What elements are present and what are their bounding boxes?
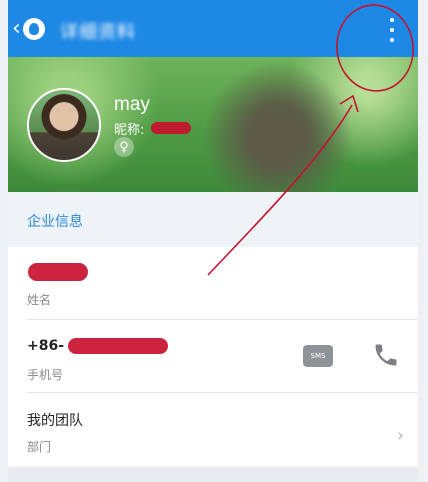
back-chevron-icon: ‹ [12,16,21,41]
nickname-label: 昵称: [114,123,145,138]
profile-header: may 昵称: ♀ [8,57,418,192]
phone-icon[interactable] [372,341,400,369]
sms-icon[interactable]: SMS [303,345,333,367]
nickname: 昵称: [114,119,144,138]
avatar[interactable] [27,88,101,162]
bottom-area [8,467,418,482]
phone-value: +86- [27,338,65,354]
screen: ‹ 详细资料 may 昵称: ♀ 企业信息 姓名 +86- 手机号 SMS 我的… [8,0,418,482]
top-bar: ‹ 详细资料 [8,0,418,57]
phone-row[interactable]: +86- 手机号 SMS [8,320,418,393]
section-title: 企业信息 [27,214,83,230]
more-menu-button[interactable] [380,16,404,44]
redaction-mark [151,122,191,134]
chevron-right-icon: › [396,425,404,446]
team-row[interactable]: 我的团队 部门 › [8,393,418,466]
app-logo-icon [22,18,45,40]
female-icon: ♀ [114,137,134,157]
redaction-mark [68,338,168,354]
team-value: 我的团队 [27,413,83,429]
page-title: 详细资料 [60,22,136,43]
more-vertical-icon [390,18,394,22]
section-header: 企业信息 [8,192,418,247]
name-label: 姓名 [27,293,52,307]
team-label: 部门 [27,440,52,454]
phone-label: 手机号 [27,368,64,382]
name-row: 姓名 [8,247,418,320]
redaction-mark [28,263,88,281]
back-button[interactable]: ‹ [12,14,52,44]
profile-name: may [114,94,150,115]
